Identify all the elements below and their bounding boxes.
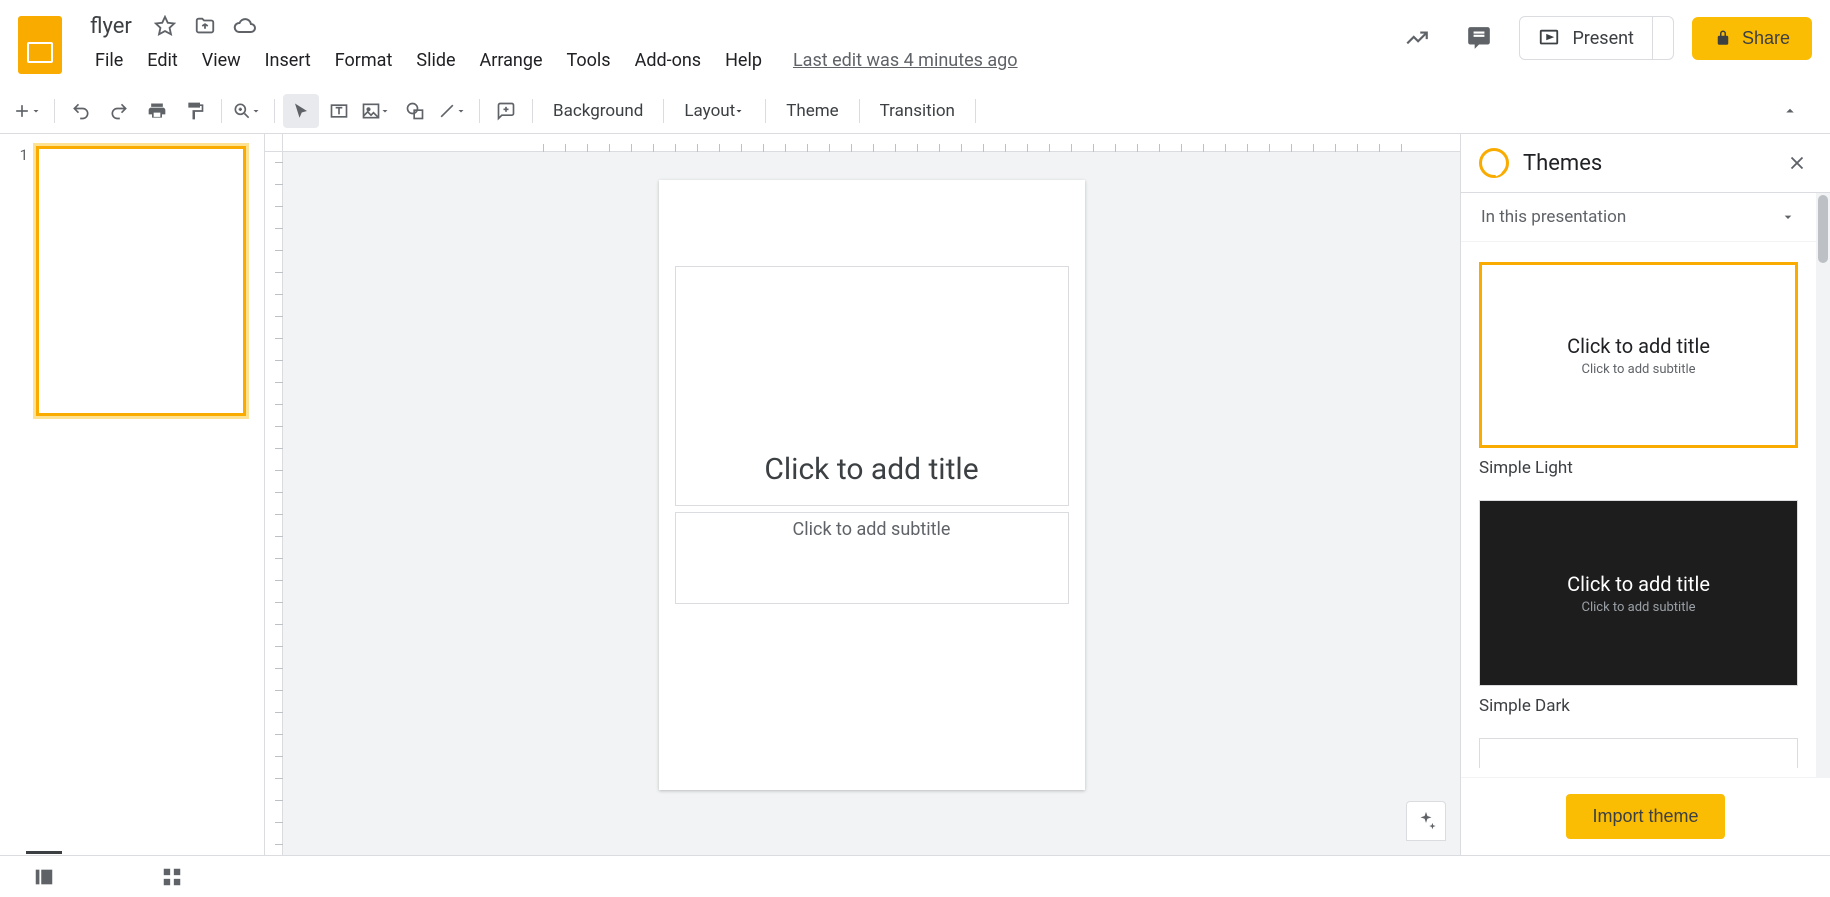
bottom-bar <box>0 855 1830 897</box>
image-tool[interactable] <box>359 94 395 128</box>
select-tool[interactable] <box>283 94 319 128</box>
slides-app-icon[interactable] <box>18 16 62 74</box>
panel-title: Themes <box>1523 151 1768 176</box>
vertical-ruler <box>265 152 283 855</box>
present-button[interactable]: Present <box>1520 27 1652 49</box>
filmstrip-view-button[interactable] <box>30 863 58 891</box>
chevron-down-icon <box>1780 209 1796 225</box>
new-slide-button[interactable] <box>10 94 46 128</box>
slide-number: 1 <box>10 146 28 416</box>
themes-scrollbar[interactable] <box>1816 193 1830 777</box>
textbox-tool[interactable] <box>321 94 357 128</box>
theme-simple-dark[interactable]: Click to add title Click to add subtitle <box>1479 500 1798 686</box>
themes-scroll-thumb[interactable] <box>1818 195 1828 263</box>
theme-partial[interactable] <box>1479 738 1798 768</box>
comments-icon[interactable] <box>1457 16 1501 60</box>
menu-help[interactable]: Help <box>714 46 773 75</box>
print-button[interactable] <box>139 94 175 128</box>
in-this-presentation-toggle[interactable]: In this presentation <box>1461 193 1816 242</box>
menu-format[interactable]: Format <box>324 46 404 75</box>
menu-tools[interactable]: Tools <box>556 46 622 75</box>
move-to-folder-icon[interactable] <box>192 13 218 39</box>
filmstrip: 1 <box>0 134 264 855</box>
last-edit-link[interactable]: Last edit was 4 minutes ago <box>793 50 1018 71</box>
theme-name: Simple Dark <box>1479 696 1798 716</box>
title-placeholder-text: Click to add title <box>764 452 978 487</box>
share-button[interactable]: Share <box>1692 17 1812 60</box>
menu-insert[interactable]: Insert <box>254 46 322 75</box>
menu-slide[interactable]: Slide <box>405 46 466 75</box>
horizontal-ruler <box>265 134 1460 152</box>
line-tool[interactable] <box>435 94 471 128</box>
themes-panel: Themes In this presentation Click to add… <box>1460 134 1830 855</box>
present-play-icon <box>1538 27 1560 49</box>
slide[interactable]: Click to add title Click to add subtitle <box>659 180 1085 790</box>
activity-icon[interactable] <box>1395 16 1439 60</box>
menu-bar: File Edit View Insert Format Slide Arran… <box>84 44 1395 76</box>
comment-tool[interactable] <box>488 94 524 128</box>
theme-button[interactable]: Theme <box>774 95 850 127</box>
document-title[interactable]: flyer <box>84 12 138 41</box>
present-dropdown[interactable] <box>1652 17 1673 59</box>
import-theme-button[interactable]: Import theme <box>1566 794 1724 839</box>
subtitle-placeholder-box[interactable]: Click to add subtitle <box>675 512 1069 604</box>
menu-addons[interactable]: Add-ons <box>624 46 713 75</box>
slide-canvas[interactable]: Click to add title Click to add subtitle <box>283 152 1460 855</box>
present-label: Present <box>1572 28 1634 49</box>
subtitle-placeholder-text: Click to add subtitle <box>793 519 951 540</box>
hide-menus-button[interactable] <box>1772 94 1808 128</box>
transition-button[interactable]: Transition <box>868 95 967 127</box>
shape-tool[interactable] <box>397 94 433 128</box>
paint-format-button[interactable] <box>177 94 213 128</box>
layout-button[interactable]: Layout <box>672 95 757 127</box>
themes-list: Click to add title Click to add subtitle… <box>1461 242 1816 777</box>
background-button[interactable]: Background <box>541 95 655 127</box>
lock-icon <box>1714 29 1732 47</box>
menu-view[interactable]: View <box>191 46 252 75</box>
close-panel-button[interactable] <box>1782 148 1812 178</box>
zoom-button[interactable] <box>230 94 266 128</box>
title-placeholder-box[interactable]: Click to add title <box>675 266 1069 506</box>
palette-icon <box>1479 148 1509 178</box>
menu-edit[interactable]: Edit <box>136 46 188 75</box>
star-icon[interactable] <box>152 13 178 39</box>
menu-file[interactable]: File <box>84 46 134 75</box>
theme-simple-light[interactable]: Click to add title Click to add subtitle <box>1479 262 1798 448</box>
toolbar: Background Layout Theme Transition <box>0 88 1830 134</box>
theme-name: Simple Light <box>1479 458 1798 478</box>
explore-button[interactable] <box>1406 801 1446 841</box>
undo-button[interactable] <box>63 94 99 128</box>
grid-view-button[interactable] <box>158 863 186 891</box>
redo-button[interactable] <box>101 94 137 128</box>
menu-arrange[interactable]: Arrange <box>469 46 554 75</box>
share-label: Share <box>1742 28 1790 49</box>
slide-thumbnail[interactable] <box>36 146 246 416</box>
cloud-saved-icon[interactable] <box>232 13 258 39</box>
